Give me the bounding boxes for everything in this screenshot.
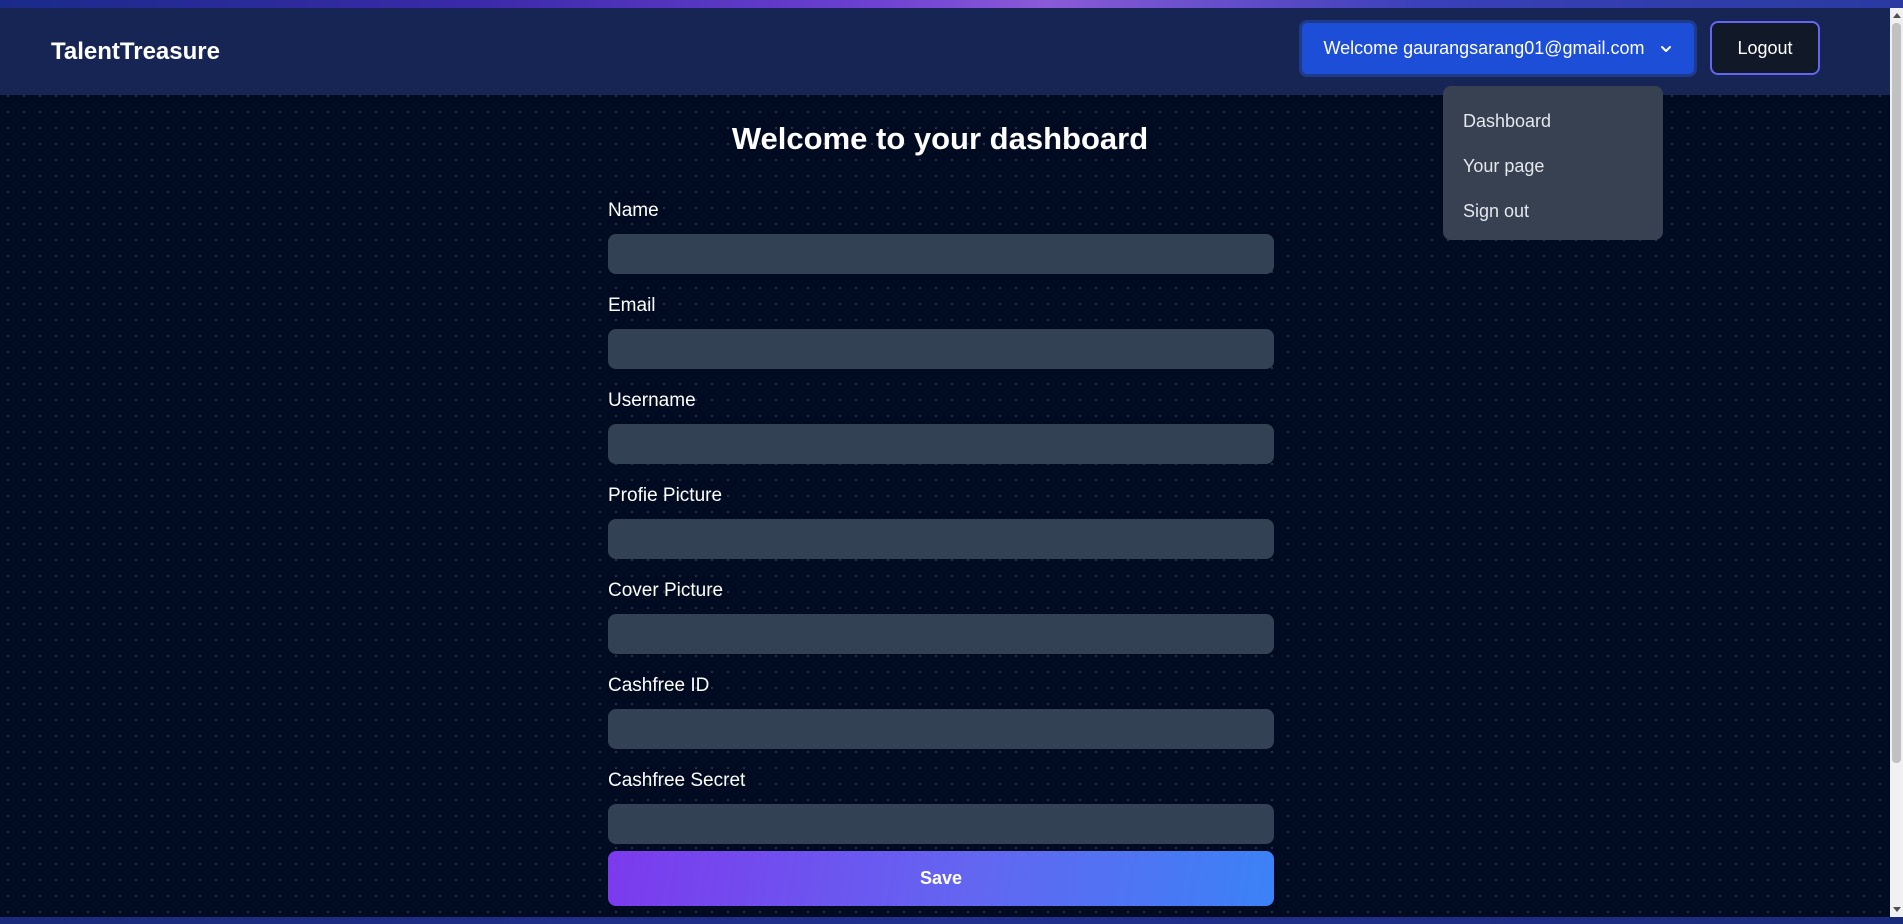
cashfree-secret-input[interactable] [608,804,1274,844]
window-bottom-strip [0,917,1903,924]
username-input[interactable] [608,424,1274,464]
chevron-down-icon [1660,45,1671,52]
save-button[interactable]: Save [608,851,1274,906]
window-top-strip [0,0,1903,8]
logout-button[interactable]: Logout [1710,21,1820,75]
navbar: TalentTreasure Welcome gaurangsarang01@g… [0,8,1890,95]
name-label: Name [608,200,659,221]
dropdown-item-sign-out[interactable]: Sign out [1443,189,1663,234]
email-input[interactable] [608,329,1274,369]
scrollbar-thumb[interactable] [1892,23,1901,763]
cover-picture-label: Cover Picture [608,580,724,601]
dropdown-item-dashboard[interactable]: Dashboard [1443,99,1663,144]
name-input[interactable] [608,234,1274,274]
user-dropdown-menu: Dashboard Your page Sign out [1443,86,1663,240]
scroll-down-icon[interactable] [1890,903,1903,917]
email-label: Email [608,295,656,316]
dropdown-item-your-page[interactable]: Your page [1443,144,1663,189]
cashfree-id-label: Cashfree ID [608,675,710,696]
cashfree-secret-label: Cashfree Secret [608,770,746,791]
cashfree-id-input[interactable] [608,709,1274,749]
profile-picture-label: Profie Picture [608,485,723,506]
user-menu-button[interactable]: Welcome gaurangsarang01@gmail.com [1299,20,1697,77]
vertical-scrollbar[interactable] [1890,8,1903,917]
brand-logo[interactable]: TalentTreasure [51,38,220,66]
page-viewport: TalentTreasure Welcome gaurangsarang01@g… [0,8,1890,917]
cover-picture-input[interactable] [608,614,1274,654]
profile-picture-input[interactable] [608,519,1274,559]
username-label: Username [608,390,696,411]
user-menu-label: Welcome gaurangsarang01@gmail.com [1323,38,1645,58]
scroll-up-icon[interactable] [1890,8,1903,22]
